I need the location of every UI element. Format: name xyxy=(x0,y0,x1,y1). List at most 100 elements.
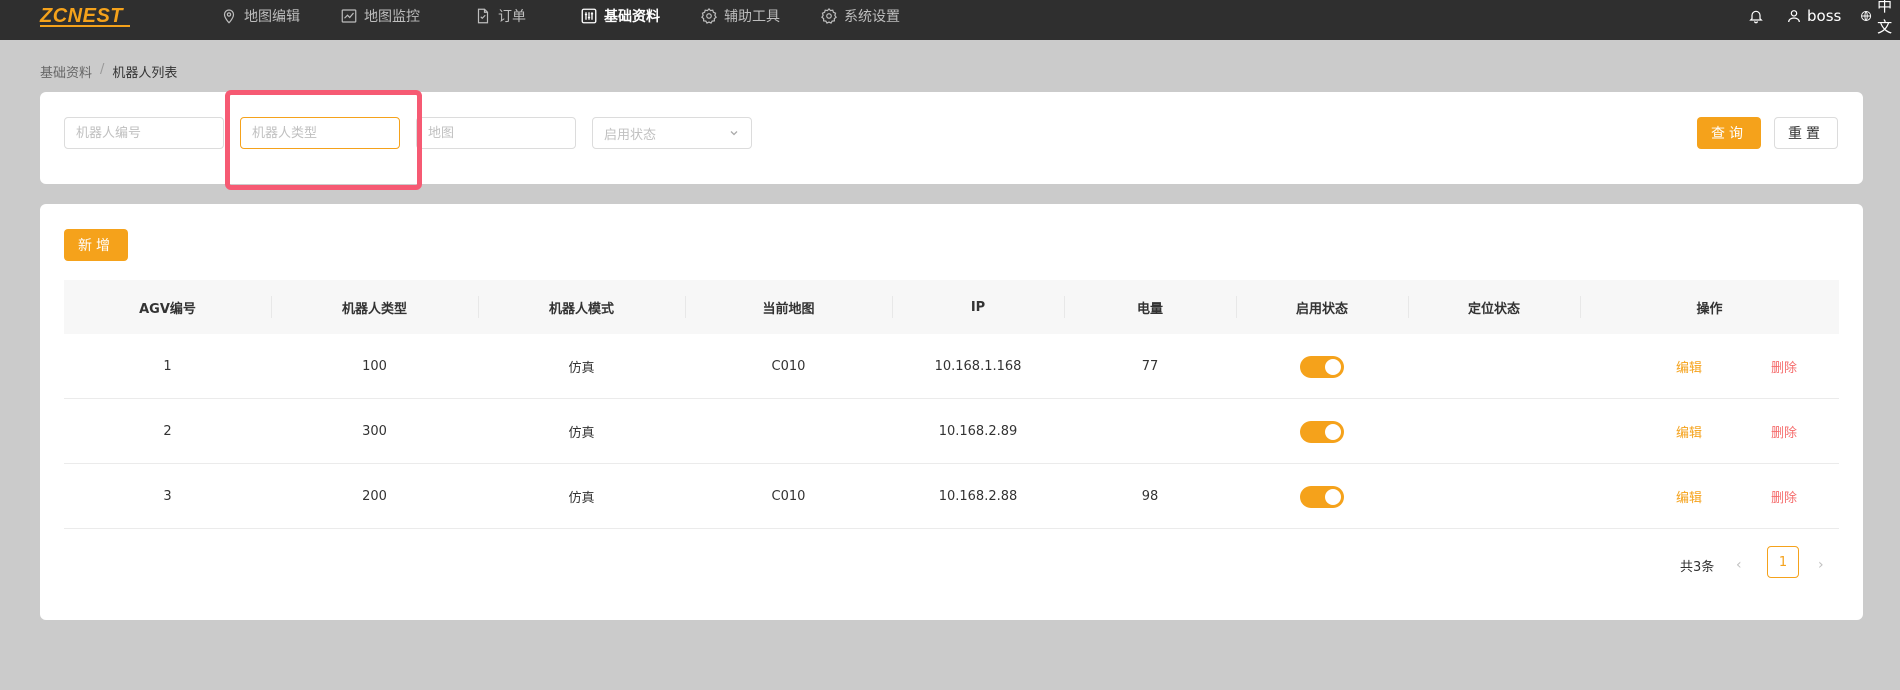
cell-mode: 仿真 xyxy=(568,361,595,376)
language-switch[interactable]: 中文 xyxy=(1860,0,1900,36)
enable-toggle[interactable] xyxy=(1300,420,1344,443)
sliders-icon xyxy=(581,8,597,24)
breadcrumb: 基础资料 / 机器人列表 xyxy=(40,62,177,81)
edit-link[interactable]: 编辑 xyxy=(1676,357,1702,376)
query-button[interactable]: 查询 xyxy=(1697,117,1761,149)
toggle-knob xyxy=(1325,358,1341,375)
cell-mode: 仿真 xyxy=(568,426,595,441)
cell-robot-type: 300 xyxy=(362,424,387,439)
map-input[interactable] xyxy=(416,117,576,149)
nav-item-map-monitor[interactable]: 地图监控 xyxy=(340,0,420,32)
cell-location-status xyxy=(1408,464,1580,529)
cell-mode: 仿真 xyxy=(568,491,595,506)
user-icon xyxy=(1788,10,1800,23)
cell-map: C010 xyxy=(771,489,806,504)
robot-type-input[interactable] xyxy=(240,117,400,149)
cell-map xyxy=(685,399,892,464)
cell-edit: 编辑 xyxy=(1659,464,1719,529)
delete-link[interactable]: 删除 xyxy=(1771,487,1797,506)
map-pin-icon xyxy=(223,9,235,24)
chevron-down-icon xyxy=(730,131,738,136)
language-label: 中文 xyxy=(1877,0,1893,36)
cell-battery xyxy=(1064,399,1236,464)
column-header: 当前地图 xyxy=(762,301,815,317)
nav-item-basic-data[interactable]: 基础资料 xyxy=(580,0,660,32)
nav-item-label: 地图监控 xyxy=(364,9,420,25)
pagination-total: 共3条 xyxy=(1680,556,1714,575)
delete-link[interactable]: 删除 xyxy=(1771,422,1797,441)
user-menu[interactable]: boss xyxy=(1786,0,1841,32)
cell-robot-type: 100 xyxy=(362,359,387,374)
enable-status-placeholder: 启用状态 xyxy=(604,127,657,143)
column-header: 操作 xyxy=(1696,301,1723,317)
reset-button[interactable]: 重置 xyxy=(1774,117,1838,149)
column-header: 定位状态 xyxy=(1467,301,1520,317)
edit-link[interactable]: 编辑 xyxy=(1676,487,1702,506)
enable-toggle[interactable] xyxy=(1300,485,1344,508)
cell-delete: 删除 xyxy=(1754,399,1814,464)
page-number-button[interactable]: 1 xyxy=(1767,546,1799,578)
total-count: 共3条 xyxy=(1680,560,1715,575)
breadcrumb-root[interactable]: 基础资料 xyxy=(40,62,92,81)
breadcrumb-separator: / xyxy=(100,62,105,77)
top-nav-bar: ZCNEST 地图编辑 地图监控 订单 基础资料 辅助工具 系统设置 boss … xyxy=(0,0,1900,40)
notification-button[interactable] xyxy=(1748,0,1764,32)
chart-monitor-icon xyxy=(341,9,357,23)
column-header: 机器人类型 xyxy=(341,301,407,317)
nav-item-map-edit[interactable]: 地图编辑 xyxy=(220,0,300,32)
cell-battery: 98 xyxy=(1141,489,1159,504)
cell-enable-status xyxy=(1236,334,1408,399)
column-header: AGV编号 xyxy=(139,301,196,317)
cell-enable-status xyxy=(1236,399,1408,464)
globe-icon xyxy=(1861,10,1872,22)
bell-icon xyxy=(1749,10,1763,24)
cell-edit: 编辑 xyxy=(1659,399,1719,464)
toggle-knob xyxy=(1325,423,1341,440)
cell-location-status xyxy=(1408,399,1580,464)
cell-agv-no: 3 xyxy=(163,489,172,504)
table-row: 2 300 仿真 10.168.2.89 编辑 删除 xyxy=(64,399,1839,464)
edit-link[interactable]: 编辑 xyxy=(1676,422,1702,441)
table-header: AGV编号 机器人类型 机器人模式 当前地图 IP 电量 启用状态 定位状态 操… xyxy=(64,280,1839,334)
delete-link[interactable]: 删除 xyxy=(1771,357,1797,376)
enable-status-select[interactable]: 启用状态 xyxy=(592,117,752,149)
cell-enable-status xyxy=(1236,464,1408,529)
cell-map: C010 xyxy=(771,359,806,374)
cell-ip: 10.168.2.88 xyxy=(938,489,1018,504)
column-header: IP xyxy=(970,299,986,315)
cell-battery: 77 xyxy=(1141,359,1159,374)
cell-edit: 编辑 xyxy=(1659,334,1719,399)
robot-table-panel: 新增 AGV编号 机器人类型 机器人模式 当前地图 IP 电量 启用状态 定位状… xyxy=(40,204,1863,620)
cell-delete: 删除 xyxy=(1754,334,1814,399)
nav-item-label: 地图编辑 xyxy=(244,9,300,25)
cell-agv-no: 2 xyxy=(163,424,172,439)
cell-robot-type: 200 xyxy=(362,489,387,504)
column-header: 电量 xyxy=(1136,301,1163,317)
nav-item-system-settings[interactable]: 系统设置 xyxy=(820,0,900,32)
column-header: 启用状态 xyxy=(1295,301,1348,317)
prev-page-icon[interactable]: ‹ xyxy=(1736,557,1742,573)
nav-item-orders[interactable]: 订单 xyxy=(474,0,526,32)
breadcrumb-current: 机器人列表 xyxy=(112,66,178,81)
filter-panel: 启用状态 查询 重置 xyxy=(40,92,1863,184)
column-header: 机器人模式 xyxy=(548,301,614,317)
toggle-knob xyxy=(1325,488,1341,505)
nav-item-label: 订单 xyxy=(498,9,526,25)
nav-item-label: 系统设置 xyxy=(844,9,900,25)
username: boss xyxy=(1807,7,1842,25)
cell-ip: 10.168.1.168 xyxy=(934,359,1022,374)
enable-toggle[interactable] xyxy=(1300,355,1344,378)
cell-agv-no: 1 xyxy=(163,359,172,374)
table-row: 1 100 仿真 C010 10.168.1.168 77 编辑 删除 xyxy=(64,334,1839,399)
nav-item-label: 辅助工具 xyxy=(724,9,780,25)
table-row: 3 200 仿真 C010 10.168.2.88 98 编辑 删除 xyxy=(64,464,1839,529)
robot-no-input[interactable] xyxy=(64,117,224,149)
next-page-icon[interactable]: › xyxy=(1818,557,1824,573)
cell-ip: 10.168.2.89 xyxy=(938,424,1018,439)
cell-location-status xyxy=(1408,334,1580,399)
nav-item-aux-tools[interactable]: 辅助工具 xyxy=(700,0,780,32)
add-button[interactable]: 新增 xyxy=(64,229,128,261)
gear-icon xyxy=(821,7,837,24)
logo-underline xyxy=(40,25,130,27)
nav-item-label: 基础资料 xyxy=(604,9,660,25)
